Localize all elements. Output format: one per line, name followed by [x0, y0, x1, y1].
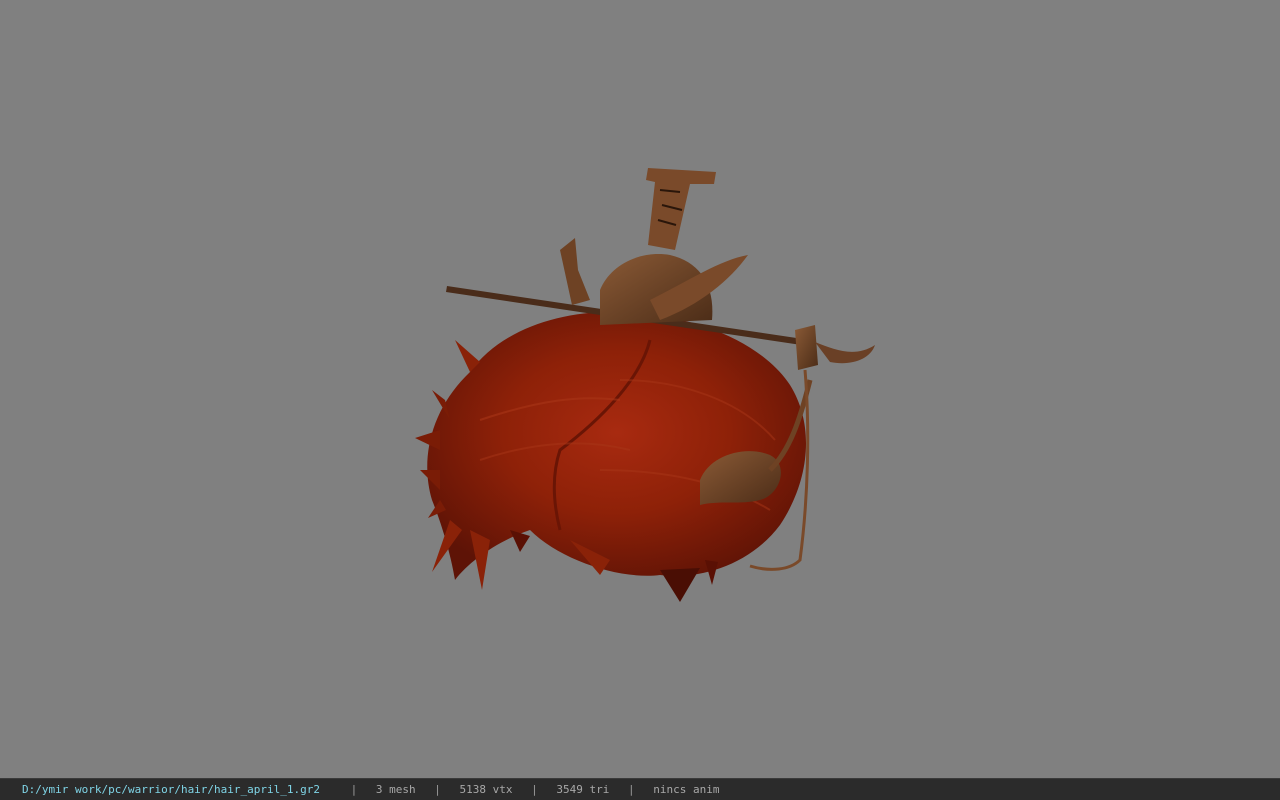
status-bar: D:/ymir work/pc/warrior/hair/hair_april_…: [0, 778, 1280, 800]
hair-model-render[interactable]: [0, 0, 1280, 778]
separator: |: [531, 783, 538, 796]
mesh-count: 3 mesh: [375, 783, 416, 796]
3d-viewport[interactable]: [0, 0, 1280, 778]
separator: |: [434, 783, 441, 796]
triangle-count: 3549 tri: [556, 783, 610, 796]
animation-status: nincs anim: [653, 783, 720, 796]
separator: |: [350, 783, 358, 796]
separator: |: [627, 783, 635, 796]
file-path: D:/ymir work/pc/warrior/hair/hair_april_…: [22, 783, 321, 796]
vertex-count: 5138 vtx: [459, 783, 513, 796]
